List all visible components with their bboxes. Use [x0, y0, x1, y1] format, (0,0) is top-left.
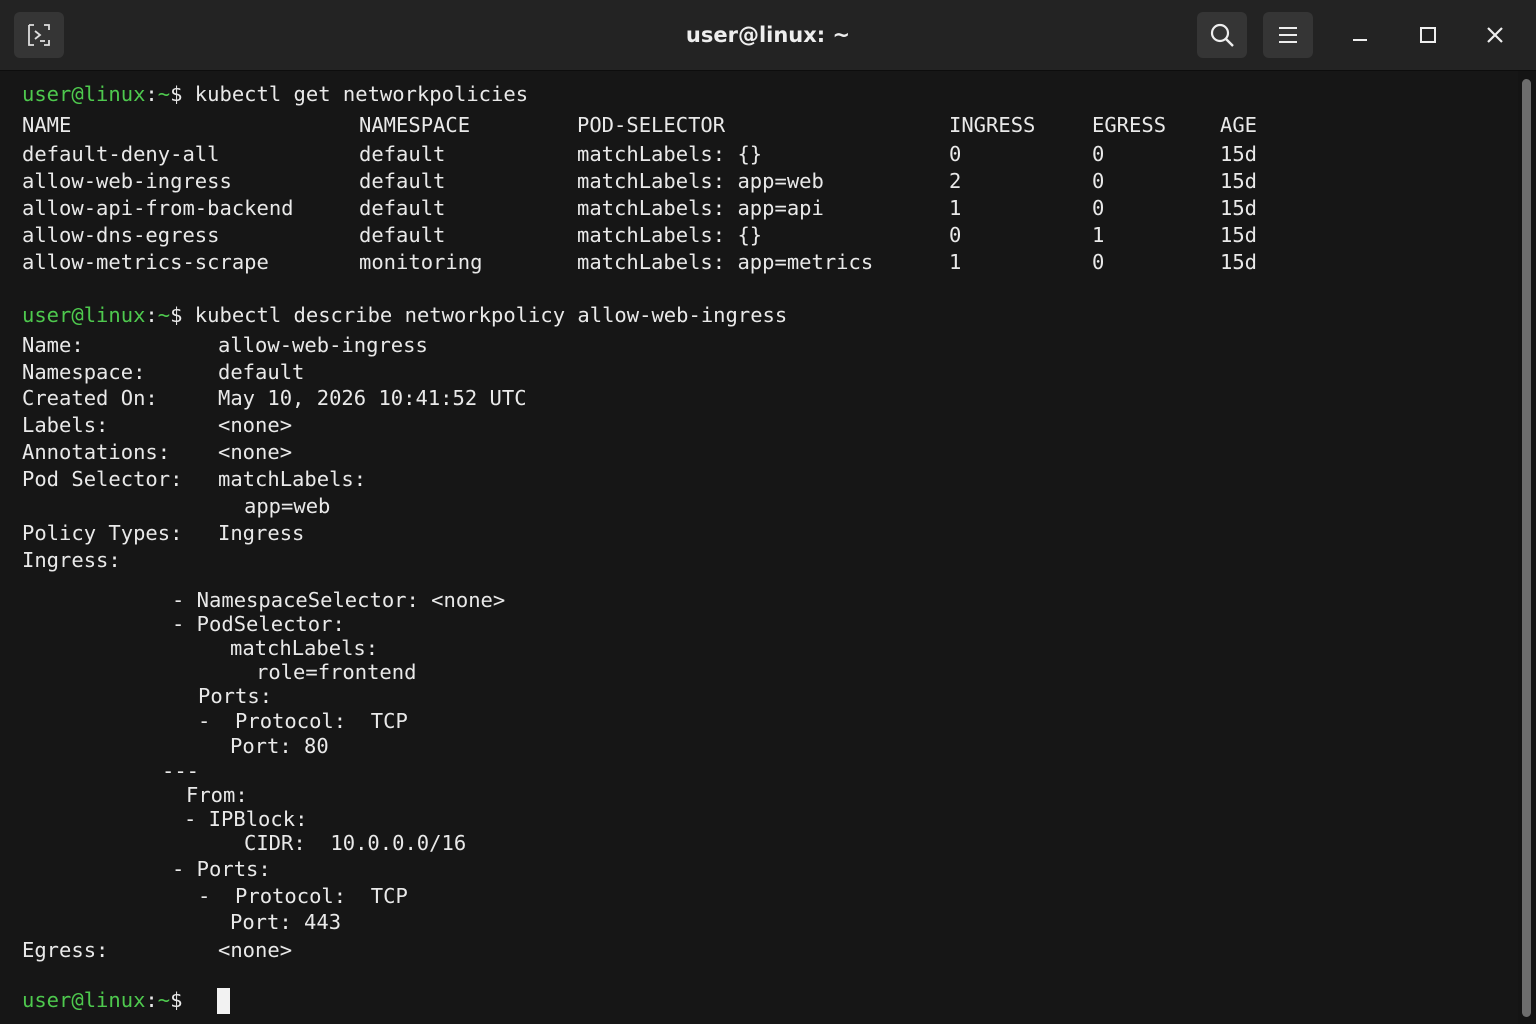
table-cell: 15d [1220, 196, 1258, 220]
table-cell: allow-web-ingress [22, 169, 232, 193]
prompt-user: user@linux [22, 303, 146, 327]
table-cell: 1 [949, 196, 962, 220]
table-cell: 0 [1092, 250, 1105, 274]
ingress-line: - PodSelector: [172, 612, 345, 636]
field-label: Namespace: [22, 360, 146, 384]
close-icon [1487, 27, 1503, 43]
terminal-window: user@linux: ~ user@linux:~$ kubectl get … [0, 0, 1536, 1024]
table-cell: default-deny-all [22, 142, 220, 166]
field-value: app=web [244, 494, 331, 518]
prompt-user: user@linux [22, 988, 146, 1012]
ingress-line: Ports: [198, 684, 273, 708]
table-cell: 15d [1220, 250, 1258, 274]
field-label: Labels: [22, 413, 109, 437]
scrollbar[interactable] [1518, 71, 1536, 1024]
table-cell: matchLabels: app=metrics [577, 250, 874, 274]
ingress-line: matchLabels: [230, 636, 379, 660]
new-tab-icon [28, 24, 50, 46]
ingress-line: - NamespaceSelector: <none> [172, 588, 506, 612]
maximize-icon [1420, 27, 1436, 43]
table-cell: 0 [1092, 142, 1105, 166]
field-label: Egress: [22, 938, 109, 962]
text-cursor [217, 988, 230, 1014]
field-value: default [218, 360, 305, 384]
table-cell: 0 [949, 223, 962, 247]
ingress-line: Port: 80 [230, 734, 329, 758]
table-cell: default [359, 223, 446, 247]
field-label: Pod Selector: [22, 467, 183, 491]
ingress-line: - Protocol: TCP [198, 709, 408, 733]
prompt-line: user@linux:~$ [22, 988, 183, 1012]
field-label: Created On: [22, 386, 158, 410]
table-cell: 0 [1092, 196, 1105, 220]
command-text: kubectl describe networkpolicy allow-web… [194, 303, 788, 327]
table-cell: default [359, 142, 446, 166]
table-header: INGRESS [949, 113, 1036, 137]
maximize-button[interactable] [1405, 12, 1451, 58]
ingress-line: CIDR: 10.0.0.0/16 [244, 831, 467, 855]
table-cell: allow-metrics-scrape [22, 250, 269, 274]
ingress-line: --- [162, 759, 200, 783]
field-label: Name: [22, 333, 84, 357]
table-header: NAME [22, 113, 72, 137]
minimize-button[interactable] [1337, 12, 1383, 58]
table-cell: monitoring [359, 250, 483, 274]
table-header: NAMESPACE [359, 113, 471, 137]
field-value: allow-web-ingress [218, 333, 428, 357]
field-value: <none> [218, 938, 293, 962]
table-cell: matchLabels: app=web [577, 169, 824, 193]
table-cell: allow-dns-egress [22, 223, 220, 247]
field-value: <none> [218, 440, 293, 464]
field-value: matchLabels: [218, 467, 367, 491]
table-header: AGE [1220, 113, 1258, 137]
table-cell: 0 [1092, 169, 1105, 193]
command-text: kubectl get networkpolicies [194, 82, 529, 106]
table-cell: 15d [1220, 142, 1258, 166]
field-value: <none> [218, 413, 293, 437]
table-cell: 0 [949, 142, 962, 166]
field-label: Annotations: [22, 440, 171, 464]
table-cell: 15d [1220, 169, 1258, 193]
terminal-output[interactable]: user@linux:~$ kubectl get networkpolicie… [0, 71, 1518, 1024]
table-cell: matchLabels: app=api [577, 196, 824, 220]
table-cell: 2 [949, 169, 962, 193]
table-cell: 1 [949, 250, 962, 274]
table-cell: default [359, 196, 446, 220]
table-cell: default [359, 169, 446, 193]
table-header: POD-SELECTOR [577, 113, 726, 137]
field-value: May 10, 2026 10:41:52 UTC [218, 386, 527, 410]
table-header: EGRESS [1092, 113, 1167, 137]
hamburger-menu-icon [1279, 27, 1297, 43]
search-button[interactable] [1197, 12, 1247, 58]
new-tab-button[interactable] [14, 12, 64, 58]
title-bar: user@linux: ~ [0, 0, 1536, 71]
prompt-line: user@linux:~$ kubectl describe networkpo… [22, 303, 788, 327]
menu-button[interactable] [1263, 12, 1313, 58]
field-label: Ingress: [22, 548, 121, 572]
ingress-line: Port: 443 [230, 910, 342, 934]
prompt-line: user@linux:~$ kubectl get networkpolicie… [22, 82, 529, 106]
table-cell: allow-api-from-backend [22, 196, 294, 220]
ingress-line: From: [186, 783, 248, 807]
scrollbar-thumb[interactable] [1522, 79, 1531, 1017]
table-cell: 15d [1220, 223, 1258, 247]
field-value: Ingress [218, 521, 305, 545]
table-cell: 1 [1092, 223, 1105, 247]
ingress-line: role=frontend [256, 660, 417, 684]
minimize-icon [1353, 39, 1367, 41]
search-icon [1210, 23, 1234, 47]
prompt-user: user@linux [22, 82, 146, 106]
close-button[interactable] [1472, 12, 1518, 58]
field-label: Policy Types: [22, 521, 183, 545]
ingress-line: - Ports: [172, 857, 271, 881]
table-cell: matchLabels: {} [577, 223, 763, 247]
table-cell: matchLabels: {} [577, 142, 763, 166]
ingress-line: - IPBlock: [184, 807, 308, 831]
ingress-line: - Protocol: TCP [198, 884, 408, 908]
